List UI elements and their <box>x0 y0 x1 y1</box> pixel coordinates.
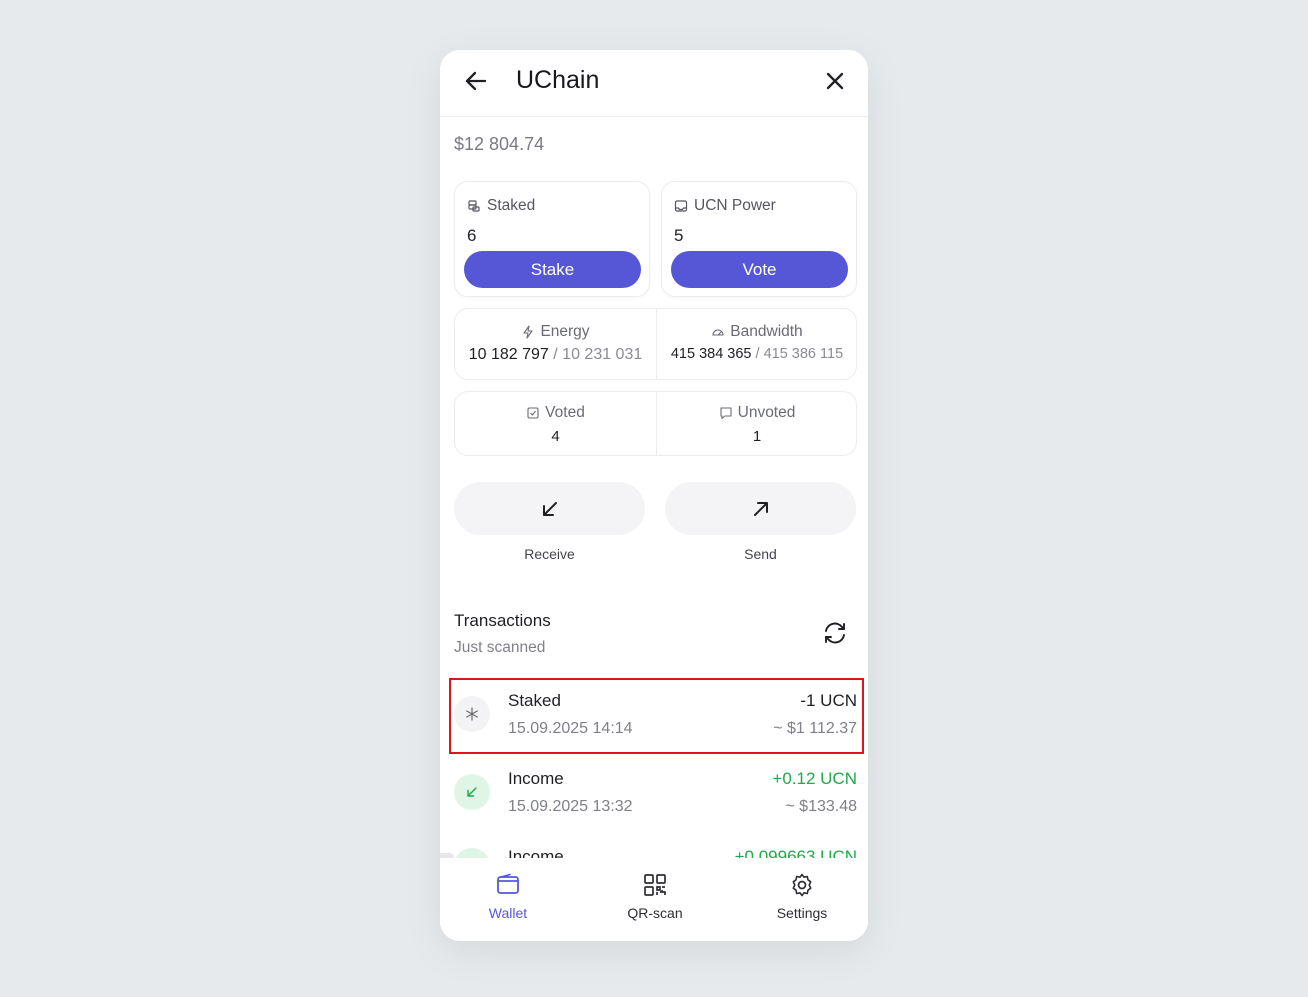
receive-label: Receive <box>524 546 575 562</box>
voted-label: Voted <box>545 404 585 421</box>
unvoted-section: Unvoted 1 <box>656 392 857 455</box>
staked-label-text: Staked <box>487 197 536 214</box>
snowflake-icon <box>454 696 490 732</box>
energy-label: Energy <box>540 323 590 340</box>
arrow-down-left-icon <box>454 774 490 810</box>
receive-button[interactable] <box>454 482 645 535</box>
bandwidth-label: Bandwidth <box>730 323 803 340</box>
lightning-icon <box>523 325 533 339</box>
arrow-up-right-icon <box>753 501 768 516</box>
nav-settings[interactable]: Settings <box>742 872 862 921</box>
energy-value: 10 182 797 / 10 231 031 <box>455 346 656 364</box>
voted-section: Voted 4 <box>455 392 656 455</box>
wallet-screen: UChain $12 804.74 Staked 6 Stake UCN Pow… <box>440 50 868 941</box>
bandwidth-used: 415 384 365 <box>670 346 752 362</box>
nav-qr-label: QR-scan <box>627 905 683 921</box>
transaction-name: Income <box>508 847 564 858</box>
ucn-power-label: UCN Power <box>674 197 776 215</box>
qr-code-icon <box>644 874 666 896</box>
checkbox-icon <box>527 407 539 419</box>
balance-usd: $12 804.74 <box>454 134 545 154</box>
transaction-amount: +0.099663 UCN <box>734 847 857 858</box>
transaction-amount: +0.12 UCN <box>772 769 857 788</box>
nav-settings-label: Settings <box>776 905 828 921</box>
gear-icon <box>792 873 812 897</box>
ucn-power-value: 5 <box>674 226 684 245</box>
wallet-icon <box>497 873 519 894</box>
message-square-icon <box>720 407 732 420</box>
energy-section: Energy 10 182 797 / 10 231 031 <box>455 309 656 379</box>
nav-wallet[interactable]: Wallet <box>448 872 568 921</box>
staked-card: Staked 6 Stake <box>454 181 650 297</box>
arrow-down-left-icon <box>454 848 490 858</box>
bandwidth-total: / 415 386 115 <box>755 346 844 362</box>
nav-qr-scan[interactable]: QR-scan <box>595 872 715 921</box>
transaction-name: Income <box>508 769 564 788</box>
bandwidth-section: Bandwidth 415 384 365 / 415 386 115 <box>656 309 857 379</box>
vote-button[interactable]: Vote <box>671 251 848 288</box>
refresh-icon[interactable] <box>820 618 850 648</box>
staked-value: 6 <box>467 226 477 245</box>
send-label: Send <box>744 546 777 562</box>
transaction-row-partial[interactable]: Income +0.099663 UCN <box>440 840 868 858</box>
bottom-nav: Wallet QR-scan Settings <box>440 858 868 941</box>
arrow-down-left-icon <box>542 501 557 516</box>
energy-used: 10 182 797 <box>468 346 549 363</box>
stake-button[interactable]: Stake <box>464 251 641 288</box>
ucn-power-card: UCN Power 5 Vote <box>661 181 857 297</box>
back-arrow-icon[interactable] <box>462 67 490 95</box>
unvoted-label: Unvoted <box>737 404 796 421</box>
ucn-power-label-text: UCN Power <box>694 197 776 214</box>
transaction-row[interactable]: Staked 15.09.2025 14:14 -1 UCN ~ $1 112.… <box>440 678 868 754</box>
page-title: UChain <box>516 66 600 94</box>
staked-label: Staked <box>467 197 535 215</box>
transaction-name: Staked <box>508 691 561 710</box>
top-bar: UChain <box>440 50 868 117</box>
transaction-usd: ~ $133.48 <box>785 798 857 815</box>
nav-wallet-label: Wallet <box>488 905 528 921</box>
gauge-icon <box>712 329 724 336</box>
transaction-usd: ~ $1 112.37 <box>773 720 857 737</box>
transaction-amount: -1 UCN <box>800 691 857 710</box>
energy-total: / 10 231 031 <box>553 346 643 363</box>
resources-card: Energy 10 182 797 / 10 231 031 Bandwidth… <box>454 308 857 380</box>
unvoted-value: 1 <box>752 428 762 445</box>
transactions-title: Transactions <box>454 611 551 630</box>
transaction-row[interactable]: Income 15.09.2025 13:32 +0.12 UCN ~ $133… <box>440 756 868 832</box>
send-button[interactable] <box>665 482 856 535</box>
votes-card: Voted 4 Unvoted 1 <box>454 391 857 456</box>
transaction-date: 15.09.2025 13:32 <box>508 798 633 815</box>
close-icon[interactable] <box>821 67 849 95</box>
bandwidth-value: 415 384 365 / 415 386 115 <box>657 346 857 362</box>
transaction-date: 15.09.2025 14:14 <box>508 720 633 737</box>
coins-icon <box>468 200 480 212</box>
transactions-status: Just scanned <box>454 639 546 656</box>
voted-value: 4 <box>551 428 560 445</box>
inbox-icon <box>674 200 688 212</box>
